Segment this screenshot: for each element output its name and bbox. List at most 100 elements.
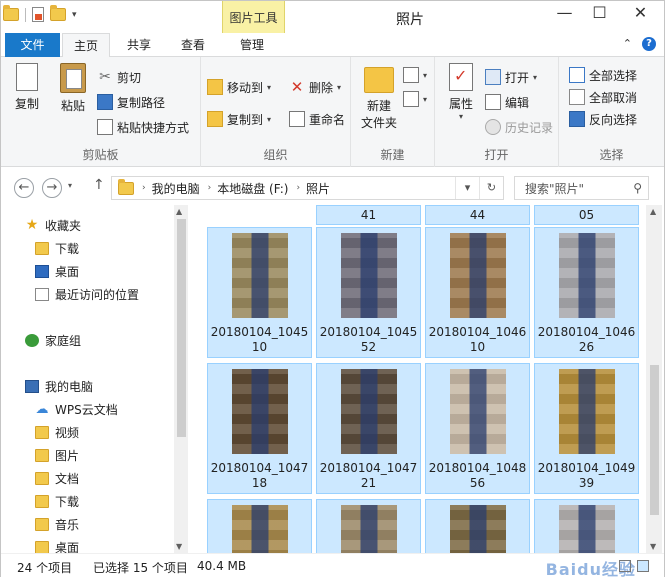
tab-view[interactable]: 查看 <box>171 33 215 57</box>
nav-wps-cloud[interactable]: ☁ WPS云文档 <box>35 401 118 418</box>
select-all-icon <box>569 67 585 83</box>
file-tile[interactable] <box>425 499 530 553</box>
delete-button[interactable]: ✕ 删除 ▾ <box>289 77 341 97</box>
nav-homegroup[interactable]: 家庭组 <box>25 332 81 349</box>
properties-button[interactable]: 属性 ▾ <box>441 63 481 121</box>
paste-shortcut-label: 粘贴快捷方式 <box>117 120 190 135</box>
open-group-label: 打开 <box>484 148 509 162</box>
nav-pictures[interactable]: 图片 <box>35 447 79 464</box>
scroll-up-icon[interactable]: ▲ <box>176 207 182 216</box>
file-name-line2: 52 <box>360 340 377 354</box>
file-tile[interactable]: 20180104_1047 21 <box>316 363 421 494</box>
address-bar[interactable]: › 我的电脑 › 本地磁盘 (F:) › 照片 ▾ ↻ <box>111 176 504 200</box>
nav-scrollbar[interactable]: ▲ ▼ <box>174 205 188 553</box>
picture-tools-tab[interactable]: 图片工具 <box>222 1 285 33</box>
nav-recent[interactable]: 最近访问的位置 <box>35 286 139 303</box>
copy-label: 复制 <box>14 97 39 111</box>
nav-scroll-thumb[interactable] <box>177 219 186 437</box>
edit-button[interactable]: 编辑 <box>485 92 529 112</box>
customize-toolbar-icon[interactable]: ▾ <box>72 10 77 20</box>
file-tile[interactable]: 20180104_1049 39 <box>534 363 639 494</box>
photo-thumbnail <box>232 233 288 318</box>
copy-button[interactable]: 复制 <box>7 63 47 112</box>
open-button[interactable]: 打开 ▾ <box>485 67 537 87</box>
nav-favorites[interactable]: ★ 收藏夹 <box>25 217 81 234</box>
search-box[interactable]: 搜索"照片" ⚲ <box>514 176 649 200</box>
file-tile[interactable] <box>207 499 312 553</box>
star-icon: ★ <box>25 217 39 233</box>
nav-downloads[interactable]: 下载 <box>35 240 79 257</box>
move-to-button[interactable]: 移动到 ▾ <box>207 77 271 97</box>
paste-shortcut-button[interactable]: 粘贴快捷方式 <box>97 117 189 137</box>
collapse-ribbon-icon[interactable]: ⌃ <box>623 37 632 51</box>
nav-downloads-pc[interactable]: 下载 <box>35 493 79 510</box>
file-tile[interactable]: 05 <box>534 205 639 225</box>
back-button[interactable]: ← <box>14 178 34 198</box>
ribbon-tabs: 文件 主页 共享 查看 管理 ⌃ ? <box>1 33 664 58</box>
search-placeholder: 搜索"照片" <box>525 181 585 196</box>
new-item-button[interactable]: ▾ <box>403 65 427 85</box>
cut-button[interactable]: ✂ 剪切 <box>97 67 141 87</box>
paste-shortcut-icon <box>97 119 113 135</box>
minimize-button[interactable]: — <box>547 1 582 29</box>
tab-manage[interactable]: 管理 <box>227 33 277 57</box>
forward-button[interactable]: → <box>42 178 62 198</box>
refresh-icon[interactable]: ↻ <box>479 177 503 199</box>
selection-count: 已选择 15 个项目 <box>93 561 188 575</box>
nav-desktop-pc[interactable]: 桌面 <box>35 539 79 553</box>
copy-to-button[interactable]: 复制到 ▾ <box>207 109 271 129</box>
nav-videos[interactable]: 视频 <box>35 424 79 441</box>
large-icons-view-icon[interactable] <box>637 560 649 572</box>
nav-desktop[interactable]: 桌面 <box>35 263 79 280</box>
new-folder-button[interactable]: 新建 文件夹 <box>359 63 399 131</box>
content-scrollbar[interactable]: ▲ ▼ <box>646 205 662 553</box>
file-tile[interactable]: 20180104_1048 56 <box>425 363 530 494</box>
content-scroll-thumb[interactable] <box>650 365 659 515</box>
address-dropdown-icon[interactable]: ▾ <box>455 177 479 199</box>
breadcrumb-this-pc[interactable]: 我的电脑 <box>152 180 200 197</box>
paste-button[interactable]: 粘贴 <box>53 63 93 114</box>
recent-locations-icon[interactable]: ▾ <box>68 181 72 190</box>
file-tile[interactable]: 20180104_1047 18 <box>207 363 312 494</box>
file-tile[interactable] <box>316 499 421 553</box>
nav-this-pc[interactable]: 我的电脑 <box>25 378 93 395</box>
nav-music[interactable]: 音乐 <box>35 516 79 533</box>
details-view-icon[interactable] <box>619 560 631 572</box>
properties-icon[interactable] <box>32 7 44 22</box>
delete-icon: ✕ <box>290 78 304 96</box>
tab-home[interactable]: 主页 <box>62 33 110 58</box>
scroll-down-icon[interactable]: ▼ <box>650 542 656 551</box>
tab-file[interactable]: 文件 <box>5 33 60 57</box>
select-all-button[interactable]: 全部选择 <box>569 65 637 85</box>
nav-documents[interactable]: 文档 <box>35 470 79 487</box>
file-tile[interactable]: 20180104_1046 26 <box>534 227 639 358</box>
help-icon[interactable]: ? <box>642 37 656 51</box>
rename-button[interactable]: 重命名 <box>289 109 345 129</box>
tab-share[interactable]: 共享 <box>117 33 161 57</box>
close-button[interactable]: ✕ <box>617 1 664 29</box>
scroll-down-icon[interactable]: ▼ <box>176 542 182 551</box>
copy-path-button[interactable]: 复制路径 <box>97 92 165 112</box>
open-label: 打开 <box>505 70 530 85</box>
breadcrumb-photos[interactable]: 照片 <box>306 180 330 197</box>
file-tile[interactable]: 20180104_1046 10 <box>425 227 530 358</box>
file-tile[interactable] <box>534 499 639 553</box>
history-button[interactable]: 历史记录 <box>485 117 553 137</box>
file-tile[interactable]: 20180104_1045 52 <box>316 227 421 358</box>
dropdown-arrow-icon: ▾ <box>458 112 463 121</box>
invert-selection-label: 反向选择 <box>589 112 638 127</box>
scroll-up-icon[interactable]: ▲ <box>650 207 656 216</box>
computer-icon <box>25 380 39 393</box>
maximize-button[interactable]: ☐ <box>582 1 617 29</box>
file-tile[interactable]: 20180104_1045 10 <box>207 227 312 358</box>
item-count: 24 个项目 <box>17 561 73 575</box>
new-folder-icon[interactable] <box>50 5 66 21</box>
invert-selection-button[interactable]: 反向选择 <box>569 109 637 129</box>
breadcrumb-drive-f[interactable]: 本地磁盘 (F:) <box>217 180 288 197</box>
up-button[interactable]: ↑ <box>93 177 105 193</box>
paste-label: 粘贴 <box>60 99 85 113</box>
file-tile[interactable]: 41 <box>316 205 421 225</box>
select-none-button[interactable]: 全部取消 <box>569 87 637 107</box>
file-tile[interactable]: 44 <box>425 205 530 225</box>
easy-access-button[interactable]: ▾ <box>403 89 427 109</box>
